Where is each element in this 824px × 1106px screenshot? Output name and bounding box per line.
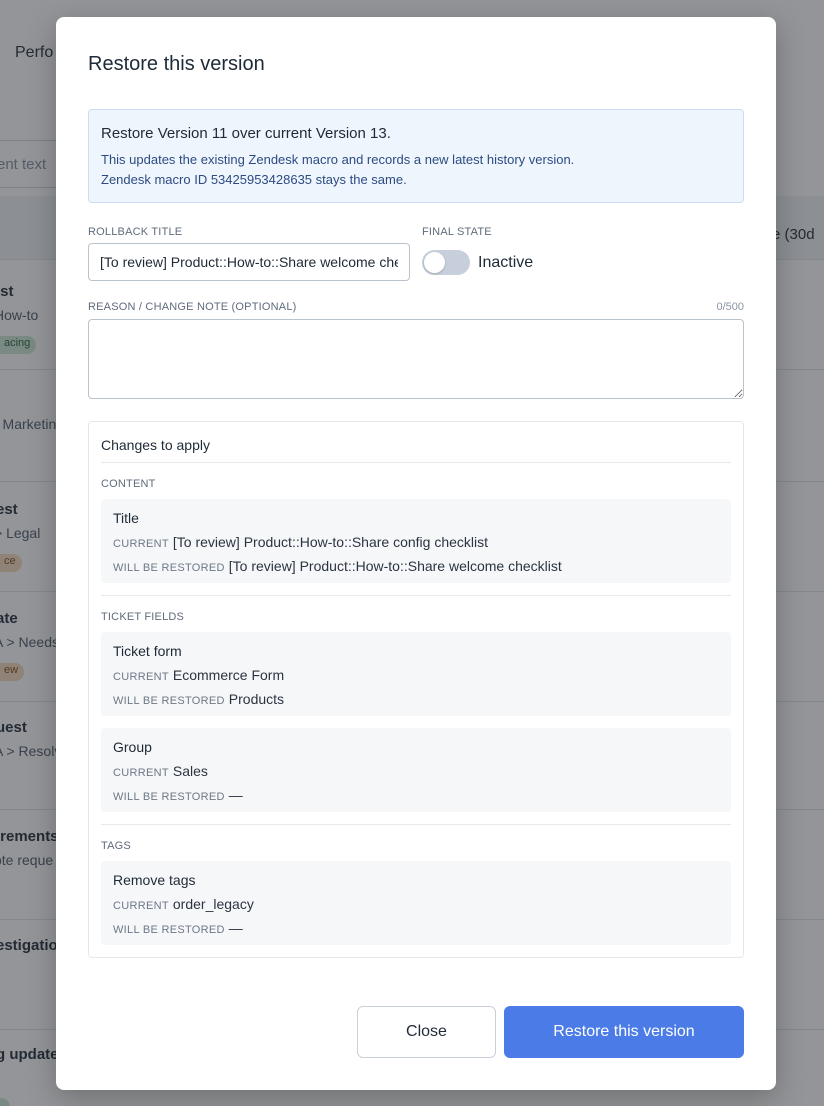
changes-panel: Changes to apply CONTENT Title CURRENT [T… [88, 421, 744, 958]
current-key: CURRENT [113, 900, 169, 912]
divider [101, 824, 731, 825]
restored-key: WILL BE RESTORED [113, 562, 225, 574]
final-state-label: FINAL STATE [422, 226, 492, 238]
final-state-toggle[interactable] [422, 250, 470, 275]
change-current-row: CURRENT [To review] Product::How-to::Shar… [113, 534, 488, 550]
current-value: Sales [172, 763, 208, 779]
restored-value: — [228, 920, 243, 936]
change-restored-row: WILL BE RESTORED [To review] Product::How… [113, 558, 562, 574]
change-current-row: CURRENT Ecommerce Form [113, 667, 284, 683]
current-key: CURRENT [113, 671, 169, 683]
modal-title: Restore this version [88, 53, 265, 75]
current-value: order_legacy [172, 896, 254, 912]
change-card-ticket-form: Ticket form CURRENT Ecommerce Form WILL B… [101, 632, 731, 716]
section-label-content: CONTENT [101, 478, 156, 490]
section-label-ticket-fields: TICKET FIELDS [101, 611, 185, 623]
divider [101, 595, 731, 596]
reason-label: REASON / CHANGE NOTE (OPTIONAL) [88, 301, 297, 313]
reason-char-counter: 0/500 [716, 301, 744, 313]
restored-value: [To review] Product::How-to::Share welco… [228, 558, 562, 574]
divider [101, 462, 731, 463]
reason-textarea[interactable] [88, 319, 744, 399]
rollback-title-label: ROLLBACK TITLE [88, 226, 183, 238]
changes-title: Changes to apply [101, 437, 210, 453]
current-key: CURRENT [113, 767, 169, 779]
final-state-value: Inactive [478, 254, 534, 271]
current-value: Ecommerce Form [172, 667, 285, 683]
close-button[interactable]: Close [357, 1006, 496, 1058]
change-card-name: Ticket form [113, 643, 182, 659]
rollback-title-input[interactable] [88, 243, 410, 281]
change-restored-row: WILL BE RESTORED — [113, 787, 243, 803]
restore-version-modal: Restore this version Restore Version 11 … [56, 17, 776, 1090]
change-card-name: Title [113, 510, 139, 526]
change-restored-row: WILL BE RESTORED — [113, 920, 243, 936]
restored-value: — [228, 787, 243, 803]
info-detail: This updates the existing Zendesk macro … [101, 152, 575, 167]
change-card-title: Title CURRENT [To review] Product::How-to… [101, 499, 731, 583]
change-restored-row: WILL BE RESTORED Products [113, 691, 284, 707]
info-summary: Restore Version 11 over current Version … [101, 125, 391, 142]
change-card-remove-tags: Remove tags CURRENT order_legacy WILL BE … [101, 861, 731, 945]
restore-version-button[interactable]: Restore this version [504, 1006, 744, 1058]
change-card-name: Remove tags [113, 872, 196, 888]
change-card-group: Group CURRENT Sales WILL BE RESTORED — [101, 728, 731, 812]
change-card-name: Group [113, 739, 152, 755]
section-label-tags: TAGS [101, 840, 131, 852]
info-macro-id: Zendesk macro ID 53425953428635 stays th… [101, 172, 407, 187]
restored-key: WILL BE RESTORED [113, 791, 225, 803]
restore-info-box: Restore Version 11 over current Version … [88, 109, 744, 203]
restored-key: WILL BE RESTORED [113, 695, 225, 707]
current-key: CURRENT [113, 538, 169, 550]
change-current-row: CURRENT Sales [113, 763, 208, 779]
toggle-knob [424, 252, 445, 273]
restored-key: WILL BE RESTORED [113, 924, 225, 936]
restored-value: Products [228, 691, 285, 707]
current-value: [To review] Product::How-to::Share confi… [172, 534, 489, 550]
change-current-row: CURRENT order_legacy [113, 896, 254, 912]
